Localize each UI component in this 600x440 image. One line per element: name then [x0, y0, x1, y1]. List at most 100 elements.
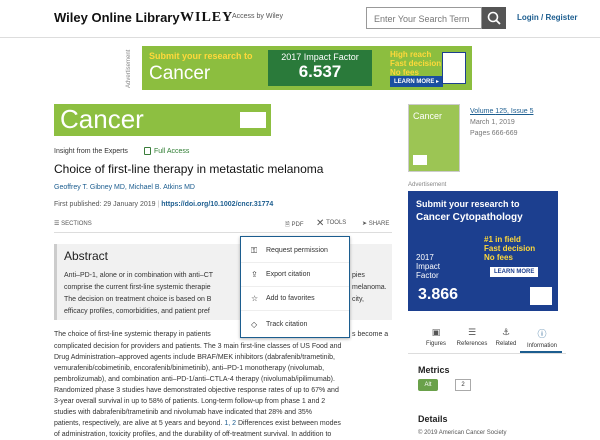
issue-pages: Pages 666-669	[470, 130, 518, 137]
if-word1: Impact	[416, 262, 441, 271]
share-label: SHARE	[368, 221, 390, 227]
tab-label: References	[456, 341, 488, 347]
body-line: Drug Administration–approved agents incl…	[54, 354, 335, 361]
menu-request-permission[interactable]: ⚿ Request permission	[241, 239, 349, 263]
acs-logo	[442, 52, 466, 84]
menu-label: Track citation	[266, 321, 308, 328]
publication-info: First published: 29 January 2019 | https…	[54, 201, 274, 208]
issue-link[interactable]: 5	[530, 108, 534, 115]
share-icon: ➤	[362, 221, 368, 227]
search-icon	[487, 11, 501, 25]
abstract-line: The decision on treatment choice is base…	[64, 296, 212, 303]
body-line-tail: Differences exist between modes	[236, 420, 341, 427]
article-authors[interactable]: Geoffrey T. Gibney MD, Michael B. Atkins…	[54, 184, 195, 191]
altmetric-badge[interactable]: Alt	[418, 379, 438, 391]
tab-label: Related	[495, 341, 517, 347]
sidebar-ad-learn-more[interactable]: LEARN MORE	[490, 267, 539, 277]
tab-label: Information	[526, 343, 557, 349]
sidebar-ad-label: Advertisement	[408, 182, 447, 188]
volume-link[interactable]: 125	[495, 108, 507, 115]
body-line-text: patients, respectively, are alive at 5 y…	[54, 420, 223, 427]
toolbar-divider	[54, 232, 392, 233]
journal-banner[interactable]: Cancer	[54, 104, 271, 136]
sections-button[interactable]: ☰ SECTIONS	[54, 220, 92, 227]
body-line: of administration, toxicity profiles, an…	[54, 431, 332, 438]
sections-label: SECTIONS	[61, 221, 92, 227]
first-published: First published: 29 January 2019	[54, 201, 156, 208]
abstract-line-end: city,	[352, 296, 364, 303]
top-ad-learn-more[interactable]: LEARN MORE ▸	[390, 76, 444, 87]
track-icon: ◇	[251, 320, 258, 329]
star-icon: ☆	[251, 294, 259, 303]
abstract-line: Anti–PD-1, alone or in combination with …	[64, 272, 214, 279]
abstract-line-end: pies	[352, 272, 365, 279]
sidebar-ad-if-value: 3.866	[418, 286, 459, 303]
article-title: Choice of first-line therapy in metastat…	[54, 162, 324, 176]
sidebar-ad-line2: Cancer Cytopathology	[416, 212, 523, 223]
sidebar-ad-if-label: 2017 Impact Factor	[416, 253, 440, 280]
doi-link[interactable]: https://doi.org/10.1002/cncr.31774	[161, 201, 273, 208]
cover-logo	[413, 155, 427, 165]
body-line: 3-year overall survival in up to 58% of …	[54, 398, 326, 405]
tab-divider	[408, 353, 566, 354]
pdf-label: PDF	[291, 222, 304, 228]
top-ad-submit: Submit your research to	[149, 51, 253, 61]
top-ad-reach-2: Fast decision	[390, 59, 442, 68]
body-line: vemurafenib/cobimetinib, encorafenib/bin…	[54, 365, 325, 372]
abstract-line: efficacy profiles, comorbidities, and pa…	[64, 308, 210, 315]
access-status: Full Access	[154, 148, 190, 155]
list-icon: ☰	[54, 221, 60, 227]
menu-label: Export citation	[266, 271, 311, 278]
tools-button[interactable]: ✕ TOOLS	[316, 218, 346, 229]
search-input[interactable]: Enter Your Search Term	[366, 7, 482, 29]
abstract-line-end: melanoma.	[352, 284, 387, 291]
share-button[interactable]: ➤ SHARE	[362, 220, 389, 227]
menu-export-citation[interactable]: ⇪ Export citation	[241, 263, 349, 287]
top-ad-impact: 2017 Impact Factor 6.537	[268, 50, 372, 86]
tab-related[interactable]: ⚓ Related	[488, 327, 524, 347]
body-line: The choice of first-line systemic therap…	[54, 331, 211, 338]
reference-link[interactable]: 1, 2	[224, 420, 236, 427]
abstract-heading: Abstract	[64, 249, 109, 263]
menu-track-citation[interactable]: ◇ Track citation	[241, 313, 349, 337]
top-ad-banner[interactable]: Submit your research to Cancer 2017 Impa…	[142, 46, 472, 90]
pdf-icon: 🗎	[285, 222, 290, 228]
issue-date: March 1, 2019	[470, 119, 515, 126]
tools-dropdown: ⚿ Request permission ⇪ Export citation ☆…	[240, 236, 350, 338]
body-line-end: s become a	[352, 331, 389, 338]
site-header: Wiley Online Library WILEY Access by Wil…	[0, 0, 600, 38]
menu-add-to-favorites[interactable]: ☆ Add to favorites	[241, 287, 349, 311]
issue-prefix[interactable]: , Issue	[507, 108, 530, 115]
wiley-logo[interactable]: WILEY	[180, 10, 233, 26]
login-link[interactable]: Login / Register	[517, 13, 577, 22]
site-brand[interactable]: Wiley Online Library	[54, 10, 180, 25]
tab-figures[interactable]: ▣ Figures	[418, 327, 454, 347]
related-icon: ⚓	[501, 327, 511, 337]
journal-cover[interactable]: Cancer	[408, 104, 460, 172]
cover-title: Cancer	[413, 111, 443, 121]
journal-name: Cancer	[60, 104, 144, 134]
sidebar-ad[interactable]: Submit your research to Cancer Cytopatho…	[408, 191, 558, 311]
top-ad-journal: Cancer	[149, 63, 211, 84]
tab-references[interactable]: ☰ References	[454, 327, 490, 347]
top-ad-reach: High reach Fast decision No fees	[390, 50, 441, 77]
tab-information[interactable]: ⓘ Information	[522, 327, 562, 349]
volume-prefix[interactable]: Volume	[470, 108, 495, 115]
altmetric-score[interactable]: 2	[455, 379, 471, 391]
body-line: Randomized phase 3 studies have demonstr…	[54, 387, 339, 394]
active-tab-indicator	[520, 351, 562, 353]
body-line: complicated decision for providers and p…	[54, 343, 342, 350]
if-year: 2017	[416, 253, 434, 262]
body-line: patients, respectively, are alive at 5 y…	[54, 419, 341, 428]
body-line: pembrolizumab), and combination anti–PD-…	[54, 376, 335, 383]
details-heading: Details	[418, 414, 448, 424]
top-ad-impact-label: 2017 Impact Factor	[281, 52, 359, 62]
pdf-button[interactable]: 🗎 PDF	[285, 220, 304, 230]
search-button[interactable]	[482, 7, 506, 29]
metrics-heading: Metrics	[418, 365, 450, 375]
export-icon: ⇪	[251, 270, 258, 279]
tab-label: Figures	[425, 341, 446, 347]
information-icon: ⓘ	[537, 329, 547, 339]
access-by: Access by Wiley	[232, 13, 283, 20]
acs-logo	[530, 287, 552, 305]
